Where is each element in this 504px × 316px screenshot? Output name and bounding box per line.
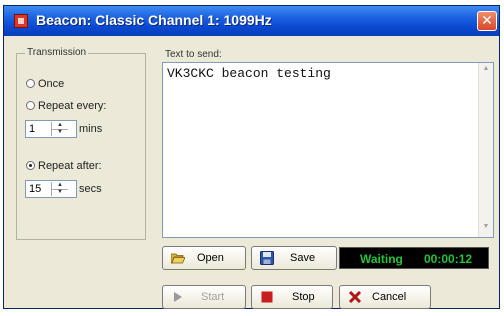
beacon-dialog: Beacon: Classic Channel 1: 1099Hz ✕ Tran…: [3, 5, 500, 309]
status-state: Waiting: [360, 252, 403, 266]
spin-down-icon[interactable]: ▼: [52, 129, 68, 136]
play-icon: [174, 292, 182, 302]
status-display: Waiting 00:00:12: [339, 247, 489, 269]
start-button[interactable]: Start: [162, 285, 246, 309]
repeat-every-label: Repeat every:: [38, 100, 107, 112]
repeat-after-label: Repeat after:: [38, 160, 102, 172]
scroll-down-icon[interactable]: ▼: [481, 223, 491, 230]
repeat-after-spin-buttons: ▲ ▼: [51, 182, 68, 196]
repeat-after-value: 15: [29, 183, 42, 195]
repeat-every-stepper[interactable]: 1 ▲ ▼: [25, 120, 77, 138]
repeat-every-value: 1: [29, 123, 36, 135]
once-radio-indicator: [26, 79, 35, 88]
folder-open-icon: [171, 253, 185, 264]
save-button[interactable]: Save: [251, 246, 337, 270]
once-radio[interactable]: Once: [26, 78, 64, 90]
scroll-up-icon[interactable]: ▲: [481, 65, 491, 72]
repeat-after-unit: secs: [79, 183, 102, 195]
cancel-button[interactable]: Cancel: [339, 285, 431, 309]
open-label: Open: [197, 252, 224, 264]
stop-button[interactable]: Stop: [251, 285, 333, 309]
message-text: VK3CKC beacon testing: [167, 66, 331, 81]
repeat-every-spin-buttons: ▲ ▼: [51, 122, 68, 136]
cross-icon: [348, 291, 362, 303]
transmission-legend: Transmission: [25, 47, 89, 58]
transmission-group: Transmission Once Repeat every: 1 ▲ ▼ mi…: [16, 47, 146, 240]
open-button[interactable]: Open: [162, 246, 246, 270]
stop-label: Stop: [292, 291, 315, 303]
message-textarea[interactable]: VK3CKC beacon testing ▲ ▼: [162, 62, 494, 238]
repeat-every-unit: mins: [79, 123, 103, 135]
spin-down-icon[interactable]: ▼: [52, 189, 68, 196]
repeat-every-radio[interactable]: Repeat every:: [26, 100, 106, 112]
title-bar[interactable]: Beacon: Classic Channel 1: 1099Hz ✕: [4, 6, 499, 36]
start-label: Start: [201, 291, 225, 303]
cancel-label: Cancel: [372, 291, 407, 303]
text-to-send-label: Text to send:: [165, 49, 222, 60]
close-button[interactable]: ✕: [477, 11, 497, 31]
app-icon: [14, 14, 28, 28]
vertical-scrollbar[interactable]: ▲ ▼: [478, 63, 493, 237]
floppy-disk-icon: [260, 251, 274, 265]
once-label: Once: [38, 78, 65, 90]
stop-icon: [261, 291, 273, 303]
repeat-every-radio-indicator: [26, 101, 35, 110]
status-timer: 00:00:12: [424, 252, 473, 266]
repeat-after-stepper[interactable]: 15 ▲ ▼: [25, 180, 77, 198]
save-label: Save: [290, 252, 316, 264]
repeat-after-radio[interactable]: Repeat after:: [26, 160, 102, 172]
window-title: Beacon: Classic Channel 1: 1099Hz: [36, 12, 272, 28]
repeat-after-radio-indicator: [26, 161, 35, 170]
